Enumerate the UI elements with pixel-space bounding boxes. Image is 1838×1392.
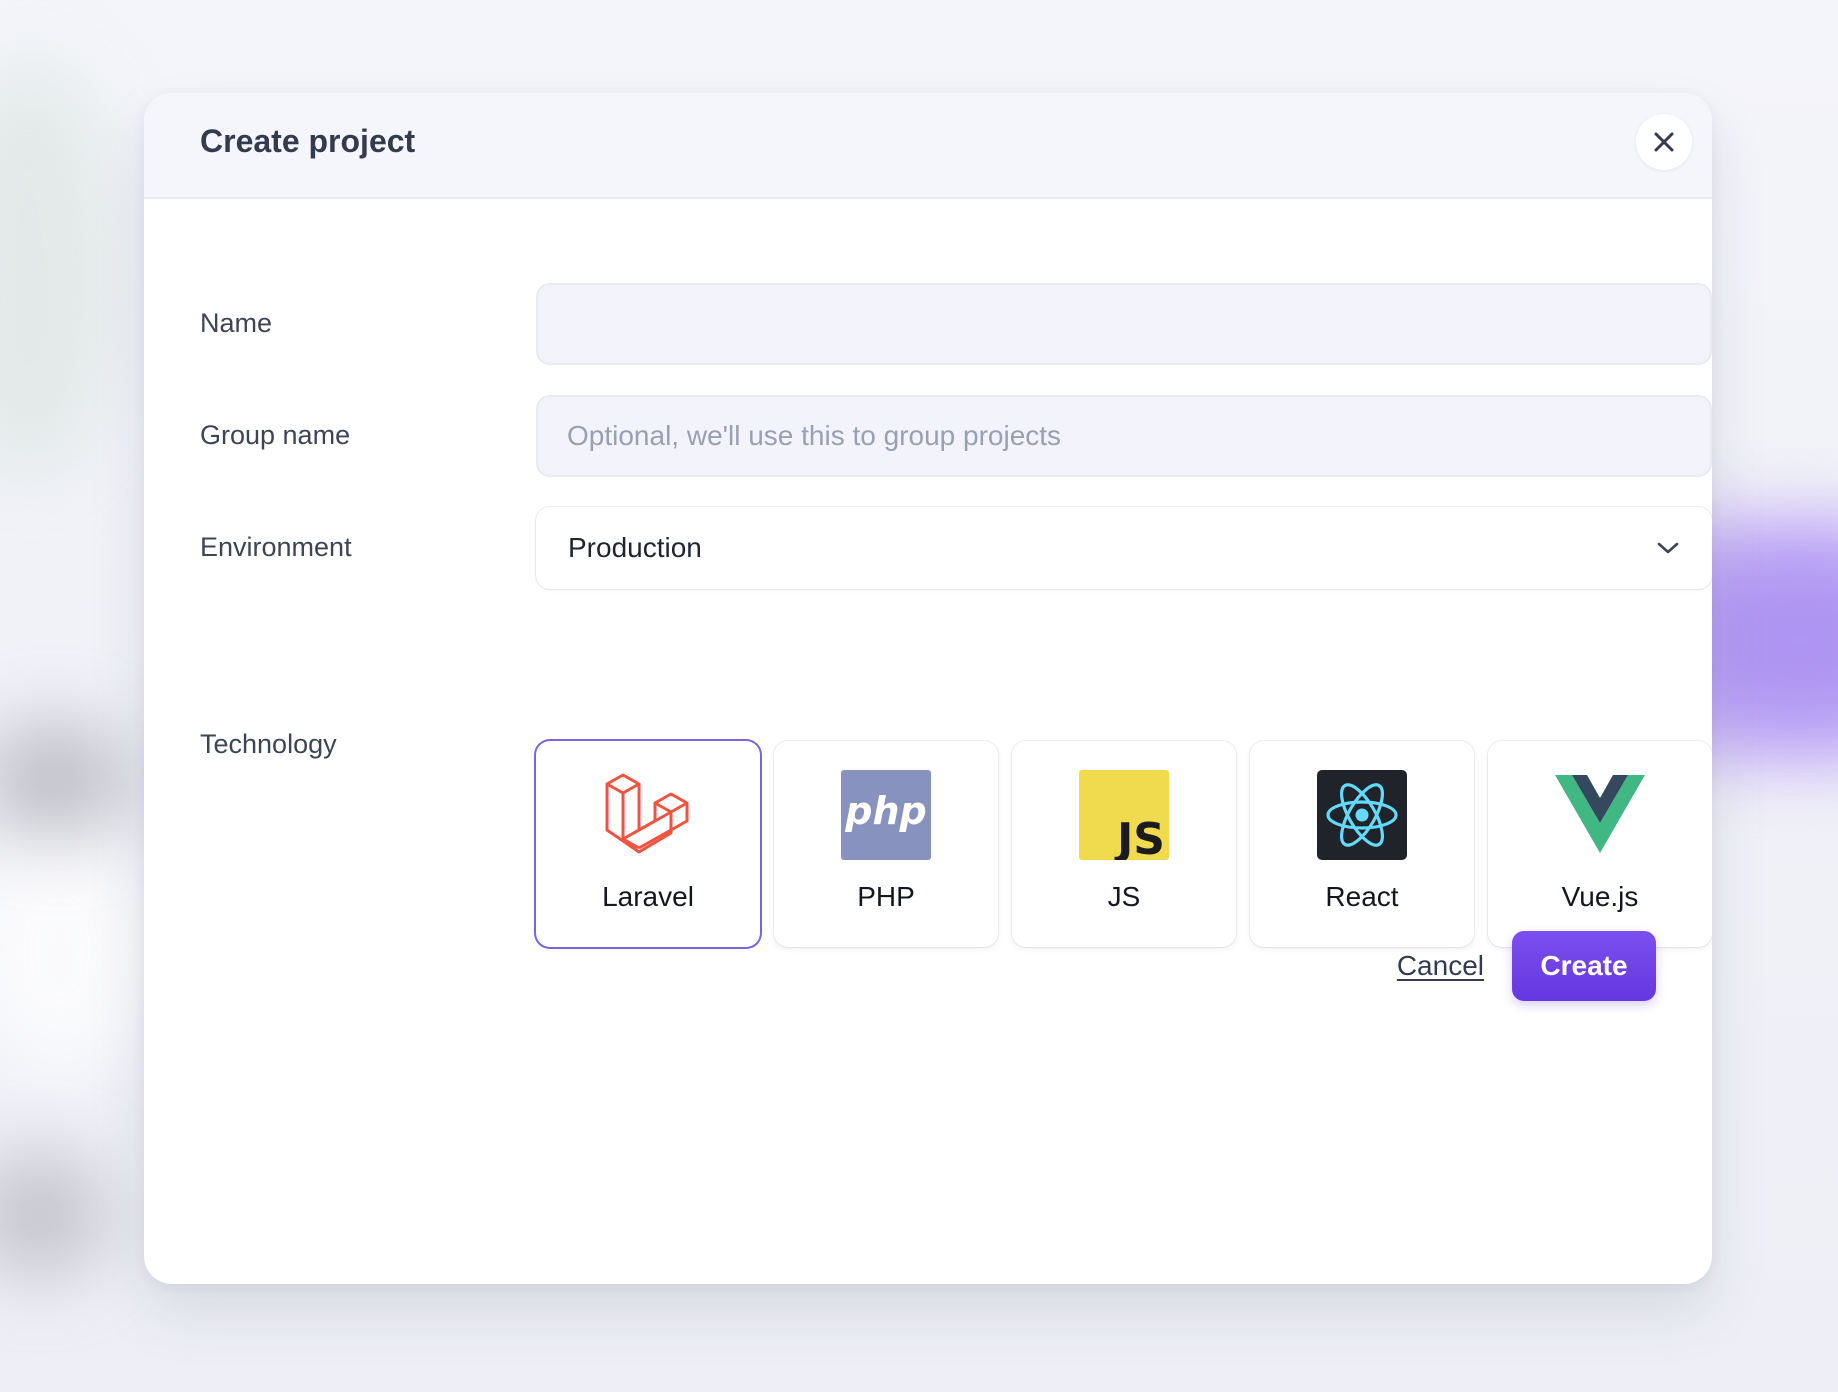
react-icon bbox=[1317, 770, 1407, 860]
vue-icon bbox=[1555, 775, 1645, 853]
technology-options: Laravel php PHP JS JS React Vue.js bbox=[536, 741, 1712, 947]
chevron-down-icon bbox=[1657, 542, 1679, 554]
svg-text:JS: JS bbox=[1114, 814, 1165, 860]
tech-option-laravel[interactable]: Laravel bbox=[536, 741, 760, 947]
tech-option-label: PHP bbox=[857, 881, 915, 912]
close-icon bbox=[1654, 132, 1674, 152]
tech-option-php[interactable]: php PHP bbox=[774, 741, 998, 947]
technology-label: Technology bbox=[200, 729, 337, 759]
cancel-button[interactable]: Cancel bbox=[1397, 950, 1484, 982]
dialog-title: Create project bbox=[200, 123, 416, 159]
group-name-label: Group name bbox=[200, 420, 351, 450]
close-button[interactable] bbox=[1636, 114, 1692, 170]
environment-selected-value: Production bbox=[568, 532, 702, 563]
environment-label: Environment bbox=[200, 532, 352, 562]
tech-option-label: React bbox=[1325, 881, 1399, 912]
tech-option-vue[interactable]: Vue.js bbox=[1488, 741, 1712, 947]
svg-text:php: php bbox=[844, 789, 926, 833]
laravel-icon bbox=[605, 773, 689, 854]
tech-option-label: Laravel bbox=[602, 881, 694, 912]
environment-select[interactable]: Production bbox=[536, 507, 1712, 589]
create-button[interactable]: Create bbox=[1512, 931, 1656, 1001]
create-project-dialog: Create project Name Group name Environme… bbox=[144, 93, 1712, 1284]
php-icon: php bbox=[841, 770, 931, 860]
dialog-actions: Cancel Create bbox=[1397, 931, 1656, 1001]
group-name-input[interactable] bbox=[536, 395, 1712, 477]
dialog-header: Create project bbox=[144, 93, 1712, 199]
name-label: Name bbox=[200, 308, 273, 338]
js-icon: JS bbox=[1079, 770, 1169, 860]
tech-option-react[interactable]: React bbox=[1250, 741, 1474, 947]
tech-option-label: Vue.js bbox=[1561, 881, 1639, 912]
tech-option-js[interactable]: JS JS bbox=[1012, 741, 1236, 947]
tech-option-label: JS bbox=[1107, 881, 1141, 912]
name-input[interactable] bbox=[536, 283, 1712, 365]
